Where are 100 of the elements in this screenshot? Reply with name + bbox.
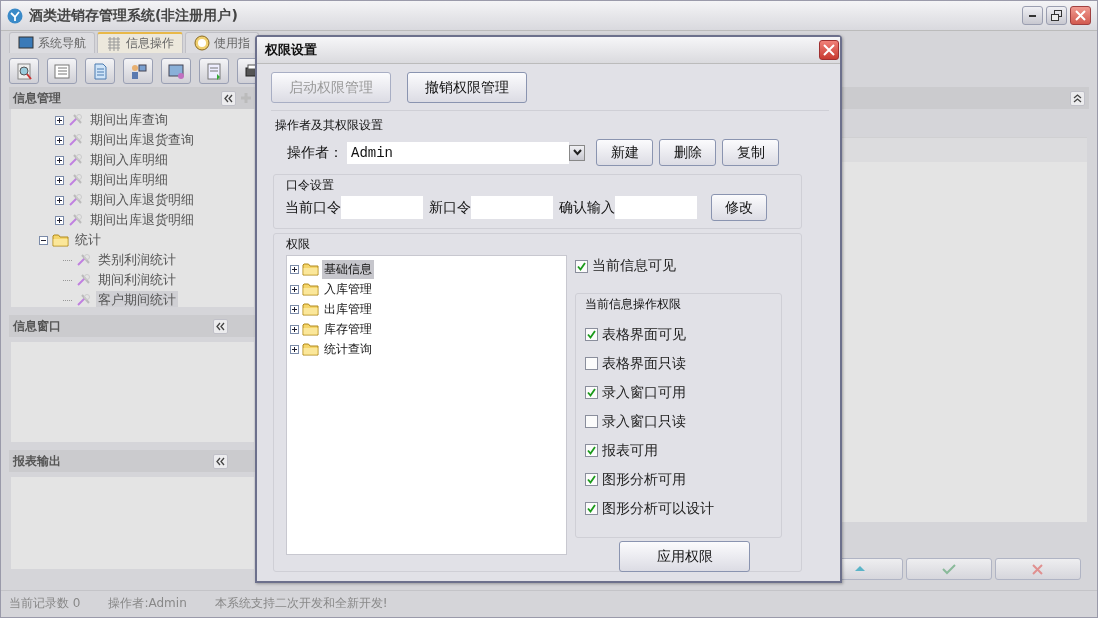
tree-item[interactable]: 期间出库查询	[88, 111, 170, 129]
checkbox-label[interactable]: 录入窗口可用	[602, 383, 686, 402]
checkbox-label[interactable]: 录入窗口只读	[602, 412, 686, 431]
folder-icon	[302, 282, 319, 296]
tree-item[interactable]: 基础信息	[322, 259, 374, 279]
dropdown-button[interactable]	[569, 144, 585, 161]
group-title: 权限	[285, 236, 311, 253]
checkbox[interactable]	[585, 502, 598, 515]
checkbox-label[interactable]: 当前信息可见	[592, 257, 676, 275]
folder-icon	[52, 233, 69, 247]
expand-icon[interactable]	[290, 324, 299, 334]
tools-icon	[68, 193, 84, 207]
restore-button[interactable]	[1046, 6, 1067, 25]
folder-icon	[302, 322, 319, 336]
tools-icon	[68, 133, 84, 147]
toolbar-button[interactable]	[123, 58, 153, 84]
folder-icon	[302, 262, 319, 276]
tab[interactable]: 信息操作	[97, 32, 183, 53]
status-text: 当前记录数 0	[9, 594, 81, 612]
collapse-button[interactable]	[213, 453, 228, 469]
expand-icon[interactable]	[290, 284, 299, 294]
minimize-button[interactable]	[1022, 6, 1043, 25]
toolbar-button[interactable]	[161, 58, 191, 84]
tree-item[interactable]: 期间出库明细	[88, 171, 170, 189]
close-icon	[1075, 10, 1086, 21]
check-icon	[942, 563, 956, 575]
expand-icon[interactable]	[55, 215, 64, 225]
tools-icon	[68, 173, 84, 187]
action-button[interactable]: 复制	[722, 139, 779, 166]
toolbar-button[interactable]	[9, 58, 39, 84]
collapse-icon[interactable]	[39, 235, 48, 245]
expand-icon[interactable]	[55, 135, 64, 145]
tools-icon	[68, 153, 84, 167]
close-button[interactable]	[1070, 6, 1091, 25]
search-icon	[14, 61, 34, 81]
expand-icon[interactable]	[55, 175, 64, 185]
checkbox-label[interactable]: 表格界面可见	[602, 325, 686, 344]
checkbox[interactable]	[585, 357, 598, 370]
tree-item[interactable]: 期间入库退货明细	[88, 191, 196, 209]
tree-item[interactable]: 统计查询	[322, 339, 374, 359]
checkbox-label[interactable]: 表格界面只读	[602, 354, 686, 373]
dialog-title: 权限设置	[265, 41, 318, 59]
tree-item[interactable]: 期间入库明细	[88, 151, 170, 169]
checkbox[interactable]	[575, 259, 588, 273]
action-button[interactable]: 新建	[596, 139, 653, 166]
chevrons-left-icon	[216, 456, 225, 466]
revoke-permissions-button[interactable]: 撤销权限管理	[407, 72, 527, 103]
checkbox-label[interactable]: 图形分析可以设计	[602, 499, 714, 518]
close-icon	[1031, 563, 1045, 575]
expand-icon[interactable]	[55, 195, 64, 205]
password-field[interactable]	[341, 196, 423, 219]
tree-item[interactable]: 类别利润统计	[96, 251, 178, 269]
tree-item[interactable]: 期间出库退货明细	[88, 211, 196, 229]
tree-item[interactable]: 客户期间统计	[96, 291, 178, 307]
chevrons-left-icon	[224, 93, 233, 103]
field-label: 确认输入	[559, 198, 615, 217]
checkbox[interactable]	[585, 328, 598, 341]
field-label: 当前口令	[285, 198, 341, 217]
password-field[interactable]	[615, 196, 697, 219]
collapse-button[interactable]	[213, 318, 228, 334]
folder-icon	[302, 342, 319, 356]
expand-icon[interactable]	[290, 264, 299, 274]
tools-icon	[68, 113, 84, 127]
close-button[interactable]	[819, 40, 839, 60]
app-logo-icon	[7, 7, 23, 24]
help-icon	[194, 35, 210, 51]
checkbox-label[interactable]: 报表可用	[602, 441, 658, 460]
collapse-button[interactable]	[221, 90, 236, 106]
checkbox[interactable]	[585, 444, 598, 457]
checkbox[interactable]	[585, 386, 598, 399]
list-icon	[52, 61, 72, 81]
operator-dropdown[interactable]: Admin	[347, 141, 569, 164]
expand-icon[interactable]	[290, 304, 299, 314]
chevrons-up-icon	[1073, 93, 1082, 103]
action-button[interactable]: 删除	[659, 139, 716, 166]
checkbox-label[interactable]: 图形分析可用	[602, 470, 686, 489]
tree-item[interactable]: 入库管理	[322, 279, 374, 299]
tools-icon	[68, 213, 84, 227]
tab[interactable]: 系统导航	[9, 32, 95, 53]
expand-icon[interactable]	[55, 155, 64, 165]
tree-item[interactable]: 出库管理	[322, 299, 374, 319]
panel-title: 信息管理	[13, 89, 62, 107]
close-icon	[823, 44, 835, 56]
checkbox[interactable]	[585, 415, 598, 428]
tree-item[interactable]: 期间出库退货查询	[88, 131, 196, 149]
status-text: 本系统支持二次开发和全新开发!	[214, 594, 388, 612]
checkbox[interactable]	[585, 473, 598, 486]
password-field[interactable]	[471, 196, 553, 219]
apply-permissions-button[interactable]: 应用权限	[619, 541, 750, 572]
tools-icon	[76, 293, 92, 307]
collapse-button[interactable]	[1070, 90, 1085, 106]
tree-item[interactable]: 库存管理	[322, 319, 374, 339]
tree-item[interactable]: 期间利润统计	[96, 271, 178, 289]
group-title: 口令设置	[285, 177, 335, 194]
expand-icon[interactable]	[55, 115, 64, 125]
modify-button[interactable]: 修改	[711, 194, 767, 221]
tab[interactable]: 使用指	[185, 32, 259, 53]
monitor-icon	[18, 35, 34, 51]
tree-item[interactable]: 统计	[73, 231, 103, 249]
expand-icon[interactable]	[290, 344, 299, 354]
